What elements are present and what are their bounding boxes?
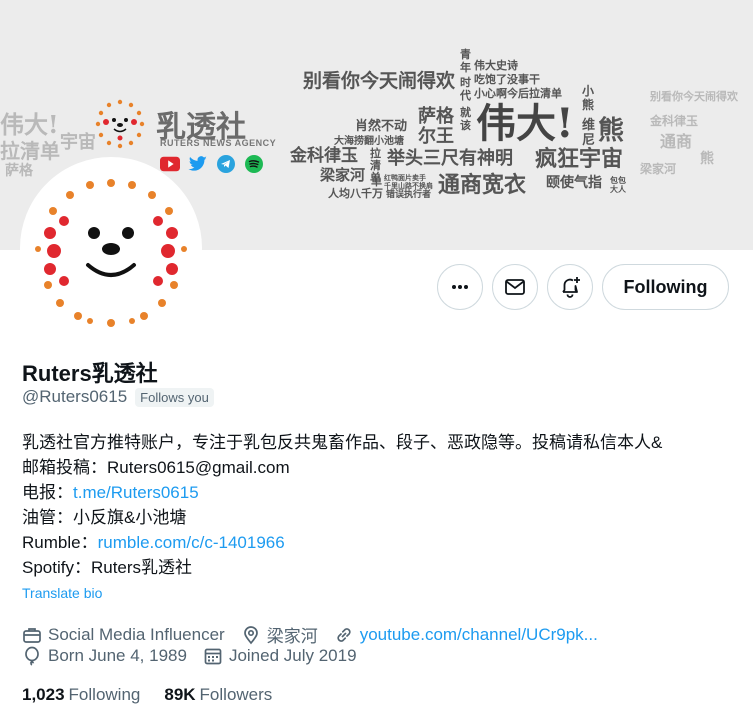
joined-item: Joined July 2019 xyxy=(203,646,357,666)
cloud-word: 萨格 xyxy=(418,106,454,127)
watermark-text: 宇宙 xyxy=(60,132,96,153)
telegram-icon xyxy=(216,155,236,173)
cloud-word: 错误执行者 xyxy=(386,190,432,200)
cloud-word: 小熊 xyxy=(582,84,595,112)
brand-subtitle: RUTERS NEWS AGENCY xyxy=(160,138,277,148)
cloud-word: 维尼 xyxy=(582,118,596,148)
following-count: 1,023 xyxy=(22,685,65,704)
more-icon xyxy=(452,285,468,289)
cloud-word: 就该 xyxy=(460,106,471,132)
cloud-word: 通商宽衣 xyxy=(438,172,527,198)
cloud-word: 疯狂宇宙 xyxy=(535,146,624,172)
location-item: 梁家河 xyxy=(241,622,318,647)
follow-stats: 1,023 Following 89K Followers xyxy=(22,685,296,705)
watermark-text: 梁家河 xyxy=(640,162,677,176)
cloud-word: 熊 xyxy=(598,116,625,146)
watermark-text: 通商 xyxy=(660,132,693,151)
balloon-icon xyxy=(25,646,39,666)
profile-name: Ruters乳透社 xyxy=(22,361,158,386)
cloud-word: 伟大! xyxy=(476,100,574,147)
briefcase-icon xyxy=(23,627,41,643)
watermark-text: 金科律玉 xyxy=(650,114,699,128)
brand-logo xyxy=(95,99,145,149)
followers-stat[interactable]: 89K Followers xyxy=(164,685,272,705)
location-pin-icon xyxy=(243,625,258,644)
spotify-icon xyxy=(244,155,264,173)
following-stat[interactable]: 1,023 Following xyxy=(22,685,140,705)
profile-handle: @Ruters0615 xyxy=(22,387,128,406)
cloud-word: 尔王 xyxy=(418,126,454,147)
twitter-icon xyxy=(188,155,208,173)
cloud-word: 单 xyxy=(371,175,382,188)
cloud-word: 肖然不动 xyxy=(355,119,408,134)
cloud-word: 梁家河 xyxy=(320,166,366,184)
cloud-word: 颐使气指 xyxy=(546,175,602,191)
bio-telegram-line: 电报：t.me/Ruters0615 xyxy=(22,480,742,505)
calendar-icon xyxy=(204,648,222,665)
location-text: 梁家河 xyxy=(266,627,318,646)
more-button[interactable] xyxy=(437,264,483,310)
watermark-text: 萨格 xyxy=(5,163,33,179)
cloud-word: 千里山路不换肩 xyxy=(384,181,433,190)
birthday-item: Born June 4, 1989 xyxy=(22,646,187,666)
envelope-icon xyxy=(505,279,525,295)
watermark-text: 别看你今天闹得欢 xyxy=(650,90,738,103)
cloud-word: 人均八千万 xyxy=(328,187,383,200)
watermark-text: 熊 xyxy=(700,151,714,167)
category-item: Social Media Influencer xyxy=(22,625,225,645)
cloud-word: 别看你今天闹得欢 xyxy=(303,70,456,92)
bio-line: 油管：小反旗&小池塘 xyxy=(22,508,187,527)
followers-label: Followers xyxy=(199,685,273,704)
translate-bio-link[interactable]: Translate bio xyxy=(22,585,102,601)
joined-text: Joined July 2019 xyxy=(228,646,357,665)
profile-meta-row-2: Born June 4, 1989 Joined July 2019 xyxy=(22,646,373,666)
cloud-word: 吃饱了没事干 xyxy=(474,73,540,86)
cloud-word: 伟大史诗 xyxy=(474,59,518,72)
cloud-word: 时代 xyxy=(460,76,471,102)
cloud-word: 金科律玉 xyxy=(290,146,358,166)
following-label: Following xyxy=(68,685,141,704)
bio-line: 邮箱投稿：Ruters0615@gmail.com xyxy=(22,458,290,477)
following-button[interactable]: Following xyxy=(602,264,729,310)
cloud-word: 小心啊今后拉清单 xyxy=(474,87,562,100)
avatar-bear-icon xyxy=(24,161,198,335)
cloud-word: 包包大人 xyxy=(610,175,626,194)
cloud-word: 红鸭面片卖手 xyxy=(384,173,426,182)
brand-socials xyxy=(160,155,264,173)
cloud-word: 青年 xyxy=(460,48,471,74)
rumble-link[interactable]: rumble.com/c/c-1401966 xyxy=(98,533,285,552)
bio-line: 乳透社官方推特账户，专注于乳包反共鬼畜作品、段子、恶政隐等。投稿请私信本人& xyxy=(22,433,663,452)
bio-rumble-line: Rumble：rumble.com/c/c-1401966 xyxy=(22,530,742,555)
notifications-button[interactable] xyxy=(547,264,593,310)
message-button[interactable] xyxy=(492,264,538,310)
profile-bio: 乳透社官方推特账户，专注于乳包反共鬼畜作品、段子、恶政隐等。投稿请私信本人& 邮… xyxy=(22,430,742,580)
birthday-text: Born June 4, 1989 xyxy=(48,646,187,665)
category-text: Social Media Influencer xyxy=(48,624,225,644)
bio-label: 电报： xyxy=(22,483,73,502)
youtube-icon xyxy=(160,155,180,173)
followers-count: 89K xyxy=(164,685,196,704)
follows-you-badge: Follows you xyxy=(135,387,214,407)
bell-plus-icon xyxy=(562,277,580,298)
profile-meta-row-1: Social Media Influencer 梁家河 youtube.com/… xyxy=(22,622,614,647)
website-link[interactable]: youtube.com/channel/UCr9pk... xyxy=(360,625,598,645)
website-item[interactable]: youtube.com/channel/UCr9pk... xyxy=(334,625,598,645)
telegram-link[interactable]: t.me/Ruters0615 xyxy=(73,483,199,502)
link-icon xyxy=(337,627,351,642)
profile-avatar[interactable] xyxy=(20,157,202,339)
bio-label: Rumble： xyxy=(22,533,98,552)
cloud-word: 举头三尺有神明 xyxy=(387,148,513,169)
bio-line: Spotify：Ruters乳透社 xyxy=(22,558,193,577)
handle-row: @Ruters0615 Follows you xyxy=(22,387,214,407)
